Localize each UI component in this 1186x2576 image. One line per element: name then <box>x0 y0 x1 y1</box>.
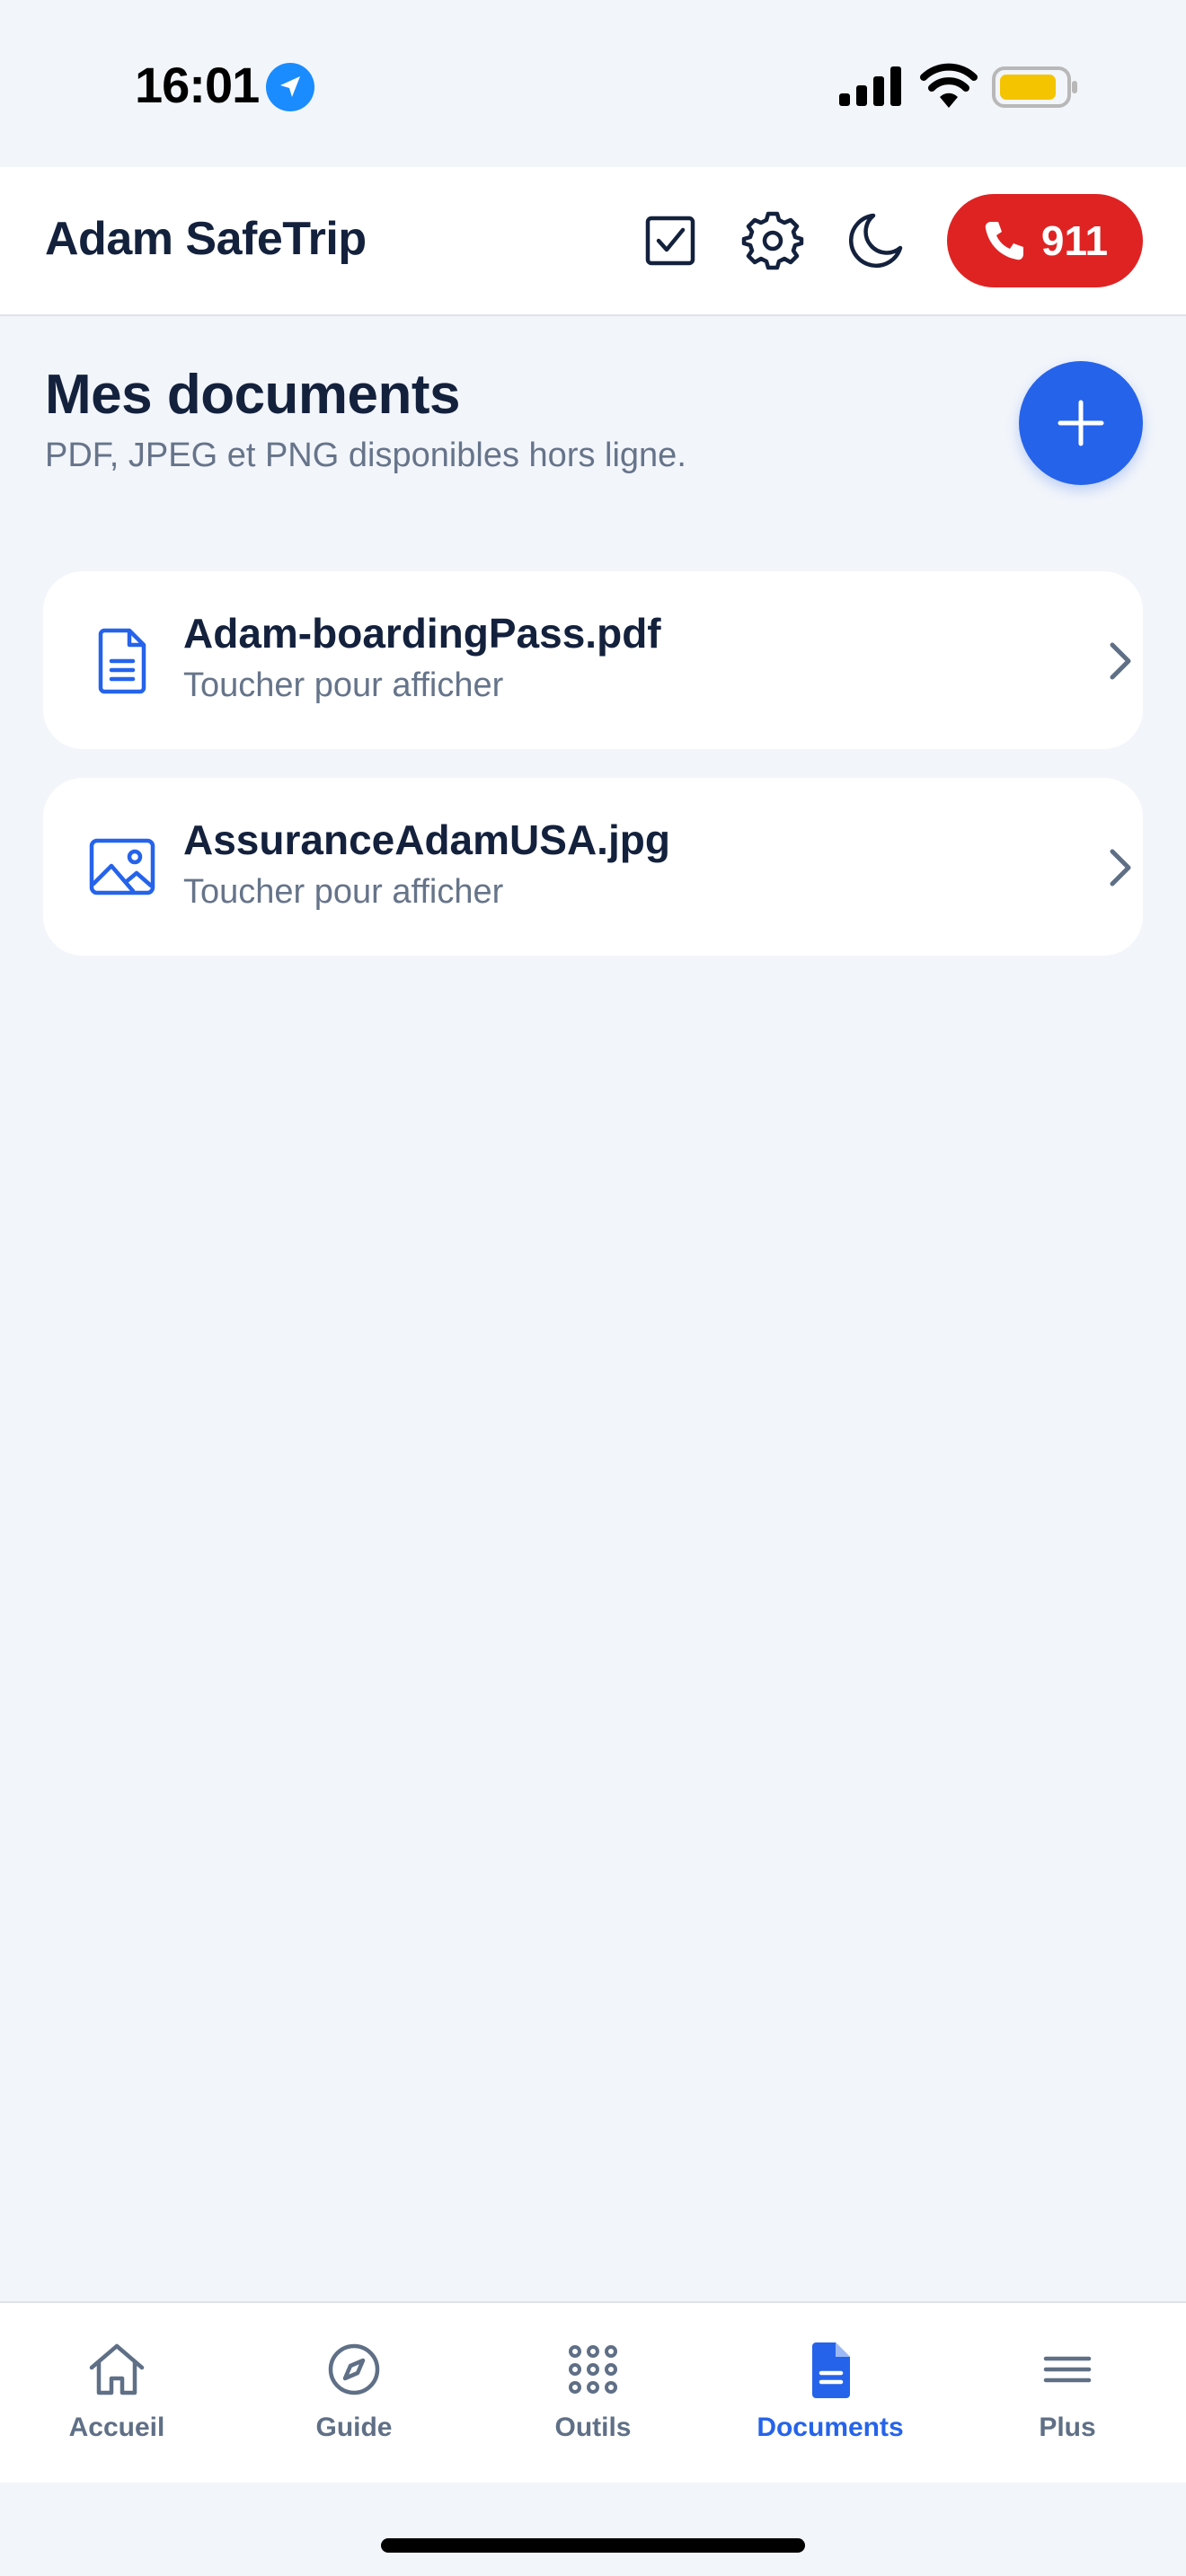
nav-label: Accueil <box>68 2413 165 2442</box>
home-indicator[interactable] <box>381 2538 805 2553</box>
nav-label: Documents <box>757 2413 904 2442</box>
document-hint: Toucher pour afficher <box>183 666 504 704</box>
nav-label: Plus <box>1039 2413 1096 2442</box>
settings-button[interactable] <box>739 207 807 275</box>
menu-icon <box>1043 2356 1092 2383</box>
page-subtitle: PDF, JPEG et PNG disponibles hors ligne. <box>45 437 686 474</box>
checkbox-icon <box>645 216 695 266</box>
document-name: Adam-boardingPass.pdf <box>183 610 661 657</box>
checklist-button[interactable] <box>636 207 704 275</box>
status-bar: 16:01 <box>0 0 1186 167</box>
cellular-signal-icon <box>839 66 901 106</box>
nav-item-documents[interactable]: Documents <box>722 2337 938 2454</box>
app-header: Adam SafeTrip 911 <box>0 167 1186 316</box>
dark-mode-button[interactable] <box>841 207 909 275</box>
image-icon <box>89 838 155 895</box>
status-time: 16:01 <box>135 57 260 113</box>
document-card-insurance[interactable]: AssuranceAdamUSA.jpg Toucher pour affich… <box>43 778 1143 956</box>
compass-icon <box>328 2343 380 2395</box>
plus-icon <box>1058 400 1104 446</box>
home-icon <box>89 2343 145 2395</box>
phone-icon <box>985 222 1023 260</box>
emergency-call-button[interactable]: 911 <box>947 194 1143 287</box>
gear-icon <box>741 211 804 270</box>
add-document-button[interactable] <box>1019 361 1143 485</box>
bottom-nav: Accueil Guide Outils Documents Plus <box>0 2301 1186 2483</box>
page-title: Mes documents <box>45 364 461 426</box>
file-text-icon <box>98 628 146 694</box>
document-hint: Toucher pour afficher <box>183 873 504 911</box>
document-name: AssuranceAdamUSA.jpg <box>183 816 670 863</box>
emergency-number: 911 <box>1040 217 1109 264</box>
nav-item-outils[interactable]: Outils <box>485 2337 701 2454</box>
moon-icon <box>849 213 903 269</box>
app-title: Adam SafeTrip <box>45 213 367 265</box>
document-card-boarding-pass[interactable]: Adam-boardingPass.pdf Toucher pour affic… <box>43 571 1143 749</box>
chevron-right-icon <box>1110 849 1131 887</box>
grid-dots-icon <box>569 2345 617 2394</box>
location-arrow-icon <box>266 63 314 111</box>
nav-item-plus[interactable]: Plus <box>960 2337 1175 2454</box>
nav-label: Outils <box>554 2413 632 2442</box>
chevron-right-icon <box>1110 642 1131 680</box>
wifi-icon <box>920 63 978 108</box>
document-icon <box>812 2342 850 2398</box>
nav-item-guide[interactable]: Guide <box>246 2337 462 2454</box>
battery-icon <box>992 66 1077 108</box>
nav-label: Guide <box>315 2413 393 2442</box>
nav-item-accueil[interactable]: Accueil <box>9 2337 225 2454</box>
